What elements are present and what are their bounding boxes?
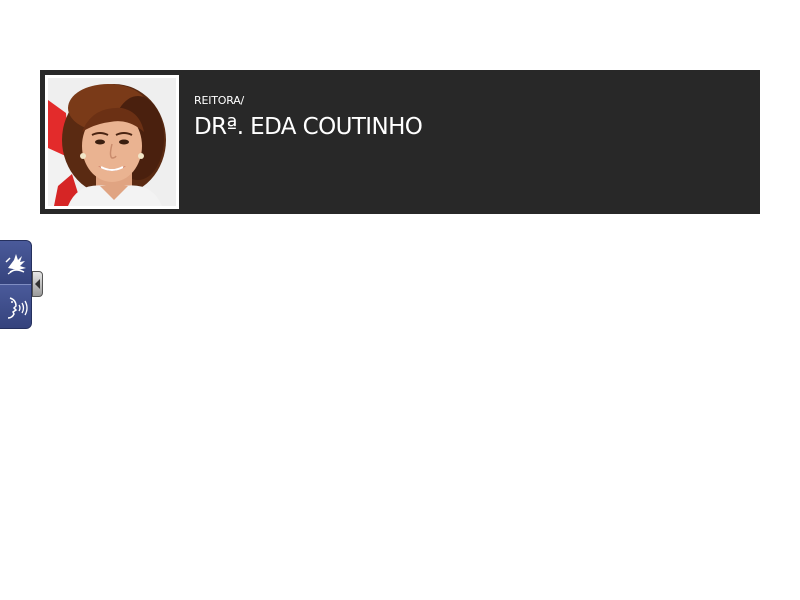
portrait-image	[48, 78, 176, 206]
chevron-left-icon	[35, 279, 40, 289]
accessibility-toggle-button[interactable]	[32, 271, 43, 297]
page: REITORA/ DRª. EDA COUTINHO	[0, 0, 800, 600]
audio-speech-button[interactable]	[0, 285, 31, 328]
audio-speech-icon	[7, 296, 28, 319]
role-label: REITORA/	[194, 94, 245, 107]
accessibility-widget	[0, 240, 44, 330]
profile-photo	[45, 75, 179, 209]
profile-banner: REITORA/ DRª. EDA COUTINHO	[40, 70, 760, 214]
sign-language-button[interactable]	[0, 241, 31, 285]
person-name: DRª. EDA COUTINHO	[194, 114, 423, 140]
sign-language-icon	[4, 253, 26, 274]
accessibility-panel	[0, 240, 32, 329]
